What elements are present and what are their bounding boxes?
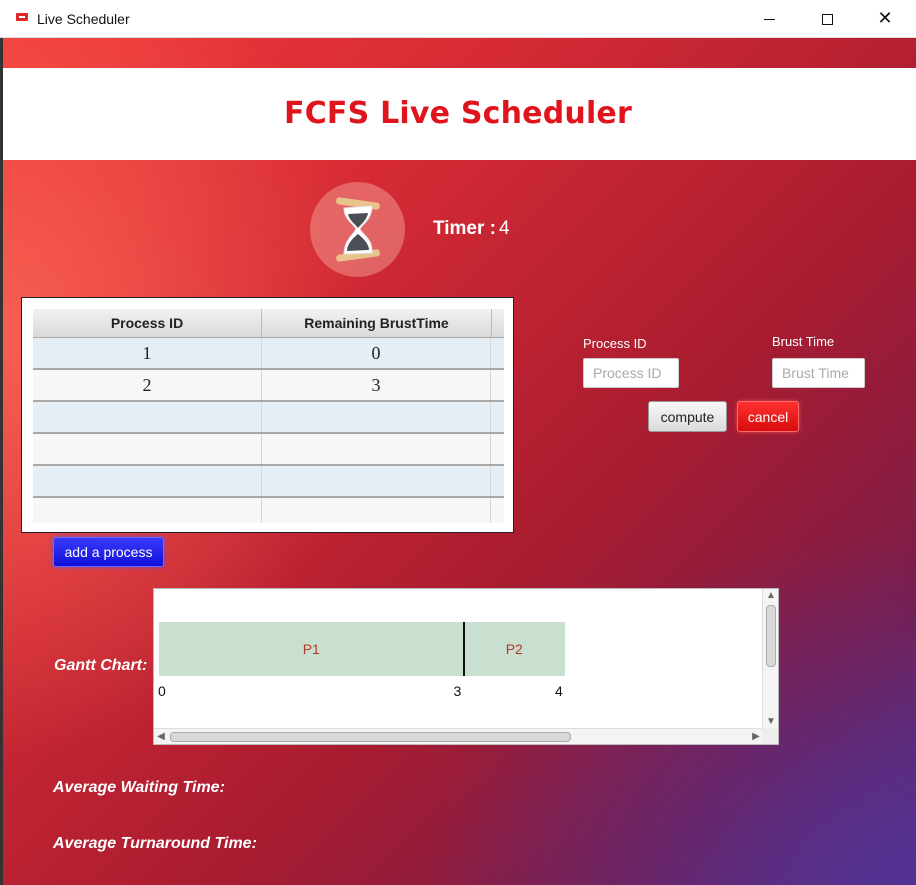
table-row-empty <box>33 498 504 523</box>
cell-empty <box>262 402 491 432</box>
cell-process-id: 1 <box>33 338 262 368</box>
table-row-empty <box>33 434 504 466</box>
cell-empty <box>33 466 262 496</box>
cell-empty <box>33 498 262 523</box>
minimize-button[interactable] <box>746 0 792 38</box>
gantt-chart-panel[interactable]: P1 P2 0 3 4 ▲ ▼ ◀ ▶ <box>153 588 779 745</box>
cell-empty <box>262 466 491 496</box>
burst-time-input[interactable] <box>772 358 865 388</box>
cell-empty <box>33 434 262 464</box>
cell-empty <box>262 498 491 523</box>
cell-remaining: 0 <box>262 338 491 368</box>
process-id-input[interactable] <box>583 358 679 388</box>
maximize-button[interactable] <box>804 0 850 38</box>
vertical-scroll-thumb[interactable] <box>766 605 776 667</box>
table-row[interactable]: 1 0 <box>33 338 504 370</box>
table-row-empty <box>33 466 504 498</box>
process-id-label: Process ID <box>583 336 647 351</box>
table-viewport: Process ID Remaining BrustTime 1 0 2 3 <box>33 309 504 523</box>
average-waiting-time-label: Average Waiting Time: <box>53 779 225 796</box>
maximize-icon <box>821 13 833 25</box>
vertical-scrollbar[interactable]: ▲ ▼ <box>762 589 778 729</box>
column-header-process-id[interactable]: Process ID <box>33 309 262 338</box>
page-title: FCFS Live Scheduler <box>284 96 632 131</box>
gantt-divider <box>462 622 465 676</box>
horizontal-scrollbar[interactable]: ◀ ▶ <box>154 728 763 744</box>
scroll-left-icon[interactable]: ◀ <box>154 729 168 744</box>
scroll-down-icon[interactable]: ▼ <box>763 715 778 729</box>
gantt-chart-label: Gantt Chart: <box>54 657 148 674</box>
table-header: Process ID Remaining BrustTime <box>33 309 504 338</box>
table-row-empty <box>33 402 504 434</box>
cell-empty <box>262 434 491 464</box>
process-table: Process ID Remaining BrustTime 1 0 2 3 <box>21 297 514 533</box>
gantt-segment-p2: P2 <box>463 622 565 676</box>
average-turnaround-time-label: Average Turnaround Time: <box>53 835 257 852</box>
burst-time-label: Brust Time <box>772 334 835 349</box>
cell-remaining: 3 <box>262 370 491 400</box>
cell-process-id: 2 <box>33 370 262 400</box>
timer-label: Timer : <box>433 218 497 239</box>
scrollbar-corner <box>762 728 778 744</box>
cell-empty <box>33 402 262 432</box>
gantt-segment-label: P2 <box>505 641 523 657</box>
window-title: Live Scheduler <box>37 11 130 27</box>
gantt-tick-label: 4 <box>555 683 563 699</box>
horizontal-scroll-thumb[interactable] <box>170 732 571 742</box>
compute-button[interactable]: compute <box>648 401 727 432</box>
gantt-tick-label: 0 <box>158 683 166 699</box>
gantt-tick-label: 3 <box>453 683 462 699</box>
table-row[interactable]: 2 3 <box>33 370 504 402</box>
minimize-icon <box>763 18 775 20</box>
add-process-button[interactable]: add a process <box>53 537 164 567</box>
close-button[interactable]: ✕ <box>862 0 908 38</box>
app-icon <box>16 13 28 21</box>
cancel-button[interactable]: cancel <box>737 401 799 432</box>
gantt-segment-label: P1 <box>302 641 320 657</box>
close-icon: ✕ <box>877 8 893 29</box>
title-bar: Live Scheduler ✕ <box>0 0 916 38</box>
hourglass-icon <box>310 182 405 277</box>
gantt-segment-p1: P1 <box>159 622 464 676</box>
scroll-up-icon[interactable]: ▲ <box>763 589 778 603</box>
column-header-remaining-burst[interactable]: Remaining BrustTime <box>262 309 492 338</box>
scroll-right-icon[interactable]: ▶ <box>749 729 763 744</box>
timer-value: 4 <box>499 218 510 239</box>
